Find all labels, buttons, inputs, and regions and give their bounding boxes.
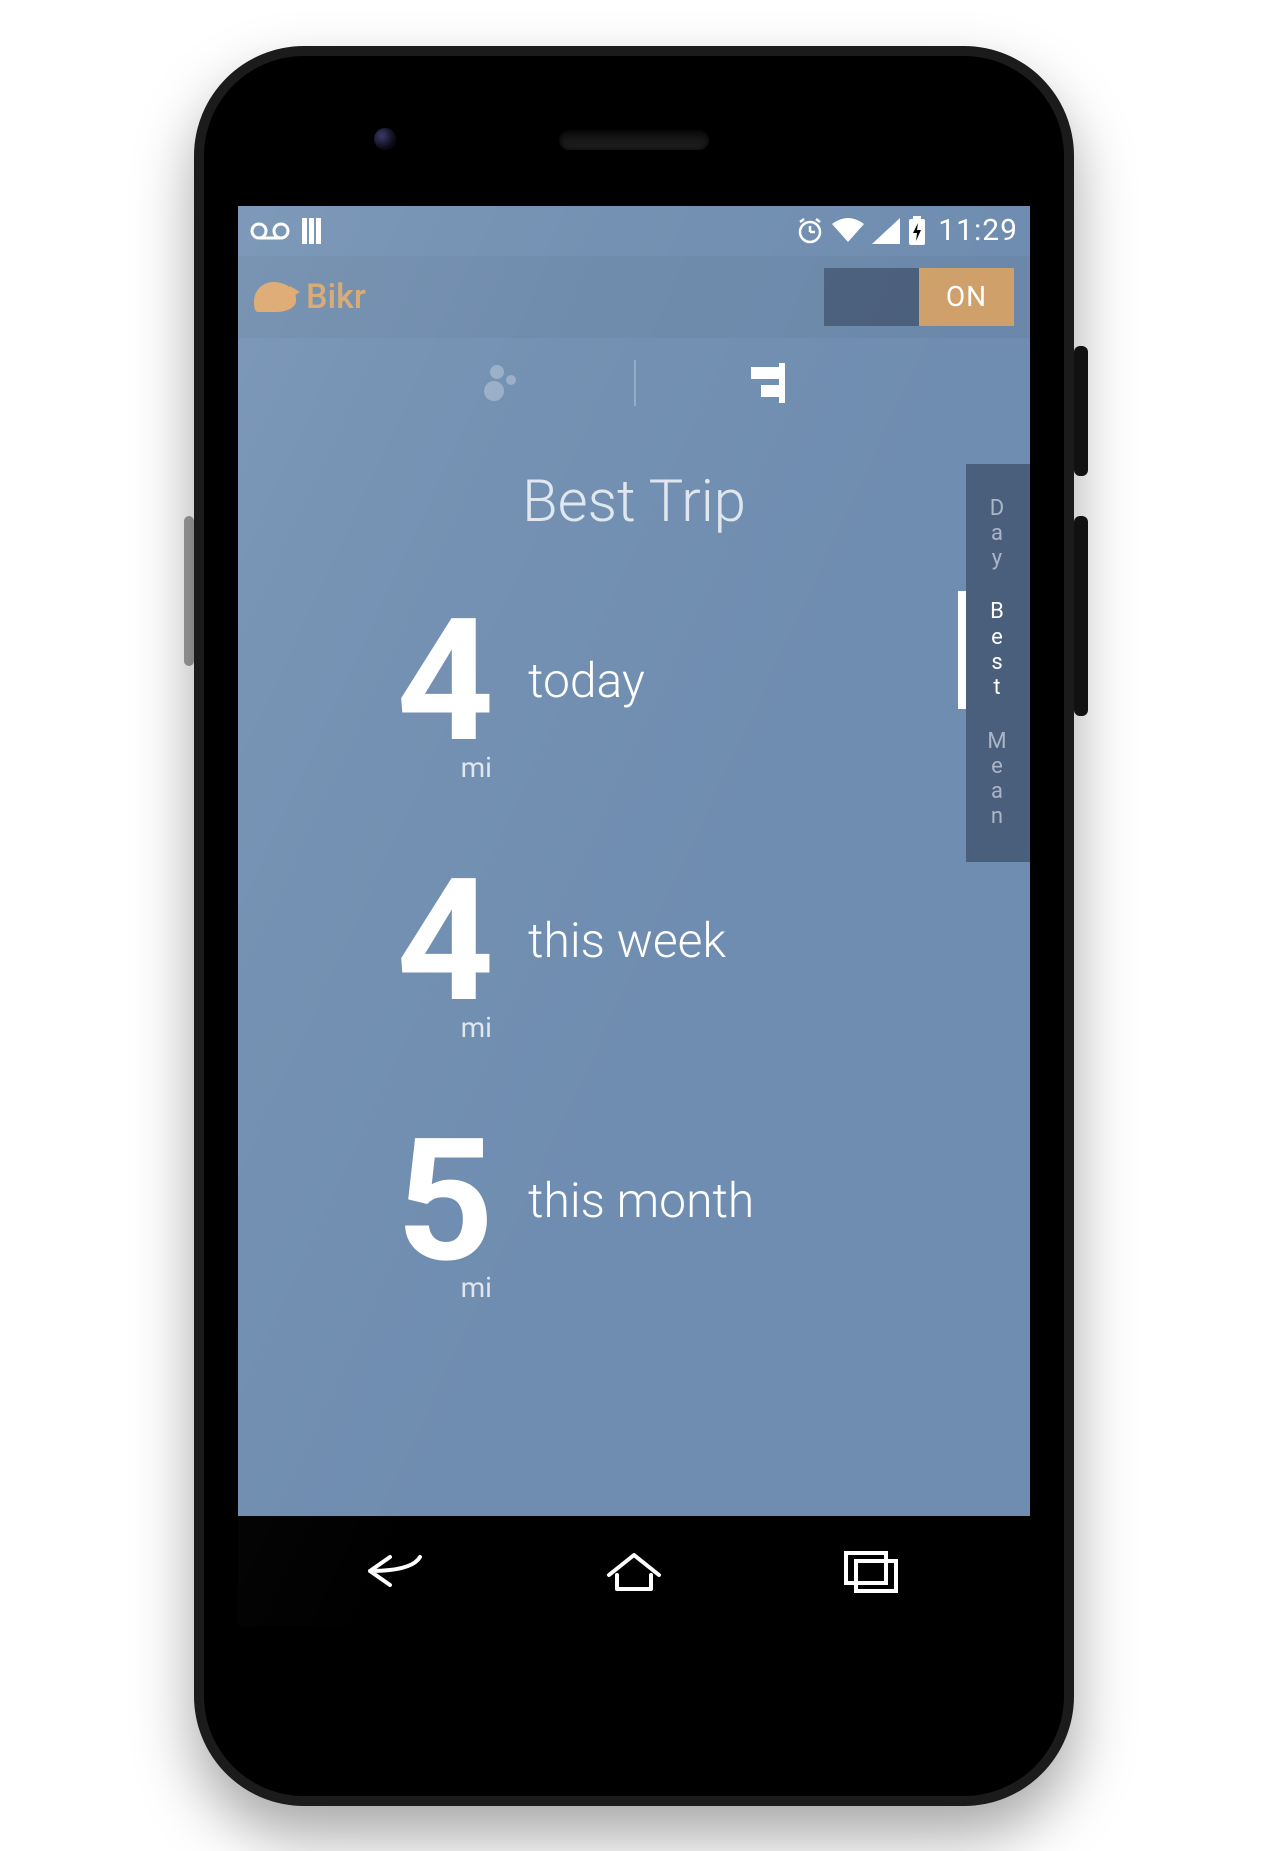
notification-icon <box>302 218 324 244</box>
app-title: Bikr <box>306 277 366 317</box>
stat-value: 4 <box>318 856 488 1026</box>
wifi-icon <box>832 218 864 244</box>
bars-icon <box>743 365 785 401</box>
phone-frame: 11:29 Bikr ON <box>194 46 1074 1806</box>
stat-value: 4 <box>318 596 488 766</box>
android-navbar <box>238 1516 1030 1626</box>
metric-selector: Day Best Mean <box>966 464 1030 862</box>
battery-charging-icon <box>908 216 926 246</box>
nav-back-button[interactable] <box>347 1541 447 1601</box>
stat-list: 4 mi today 4 mi this week <box>238 596 1030 1286</box>
tab-bars[interactable] <box>739 358 789 408</box>
phone-volume-button <box>1074 516 1088 716</box>
switch-on-label: ON <box>919 268 1014 326</box>
stat-unit: mi <box>461 1271 492 1304</box>
stat-value: 5 <box>318 1116 488 1286</box>
app-bar: Bikr ON <box>238 256 1030 338</box>
nav-home-button[interactable] <box>584 1541 684 1601</box>
app-logo-icon <box>254 282 296 312</box>
tracking-switch[interactable]: ON <box>824 268 1014 326</box>
metric-option-best[interactable]: Best <box>966 585 1030 714</box>
bubbles-icon <box>484 363 524 403</box>
screen: 11:29 Bikr ON <box>238 206 1030 1626</box>
back-icon <box>362 1551 432 1591</box>
stat-label: today <box>528 652 645 709</box>
phone-power-button <box>1074 346 1088 476</box>
nav-recents-button[interactable] <box>821 1541 921 1601</box>
tab-bubbles[interactable] <box>479 358 529 408</box>
phone-earpiece <box>559 130 709 150</box>
stat-label: this week <box>528 912 726 969</box>
phone-camera <box>374 128 396 150</box>
view-tabs <box>238 338 1030 428</box>
phone-side-notch <box>184 516 194 666</box>
stat-unit: mi <box>461 1011 492 1044</box>
stat-unit: mi <box>461 751 492 784</box>
stat-label: this month <box>528 1172 754 1229</box>
stat-row-week: 4 mi this week <box>318 856 1030 1026</box>
stat-row-month: 5 mi this month <box>318 1116 1030 1286</box>
voicemail-icon <box>250 221 290 241</box>
content-area: Best Trip 4 mi today 4 mi <box>238 428 1030 1516</box>
alarm-icon <box>796 217 824 245</box>
recents-icon <box>842 1549 900 1593</box>
status-bar: 11:29 <box>238 206 1030 256</box>
stat-row-today: 4 mi today <box>318 596 1030 766</box>
signal-icon <box>872 218 900 244</box>
metric-option-day[interactable]: Day <box>966 482 1030 586</box>
page-title: Best Trip <box>238 468 1030 536</box>
status-time: 11:29 <box>938 213 1018 248</box>
home-icon <box>599 1549 669 1593</box>
metric-option-mean[interactable]: Mean <box>966 715 1030 844</box>
